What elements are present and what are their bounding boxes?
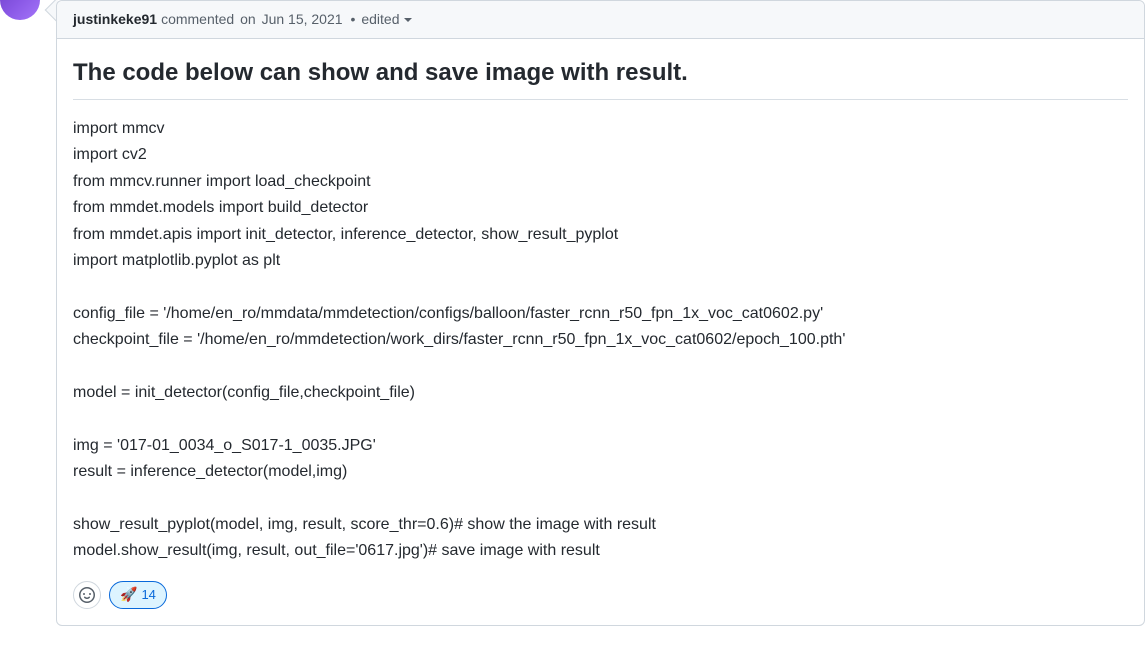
rocket-reaction-button[interactable]: 🚀 14 [109, 581, 167, 609]
add-reaction-button[interactable] [73, 581, 101, 609]
edited-dropdown[interactable]: edited [361, 9, 411, 30]
comment-header: justinkeke91 commented on Jun 15, 2021 •… [57, 1, 1144, 39]
reactions-bar: 🚀 14 [73, 581, 1128, 609]
rocket-reaction-count: 14 [141, 587, 155, 602]
comment-title: The code below can show and save image w… [73, 55, 1128, 100]
chevron-down-icon [404, 18, 412, 22]
code-block: import mmcv import cv2 from mmcv.runner … [73, 116, 1128, 565]
comment-action-text: commented on Jun 15, 2021 • [161, 9, 359, 30]
rocket-icon: 🚀 [120, 586, 137, 603]
comment-body: The code below can show and save image w… [57, 39, 1144, 625]
comment-container: justinkeke91 commented on Jun 15, 2021 •… [56, 0, 1145, 626]
avatar[interactable] [0, 0, 40, 20]
smiley-icon [79, 587, 95, 603]
comment-date[interactable]: Jun 15, 2021 [262, 11, 343, 27]
comment-author-link[interactable]: justinkeke91 [73, 9, 157, 30]
